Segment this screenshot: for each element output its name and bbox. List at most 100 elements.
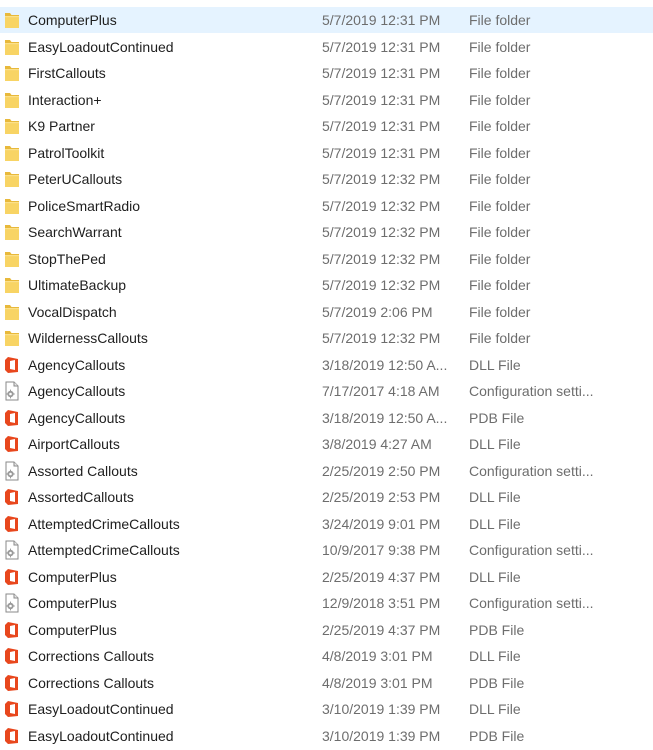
file-row[interactable]: SearchWarrant 5/7/2019 12:32 PM File folde… [0, 219, 653, 245]
file-date-modified: 5/7/2019 12:31 PM [322, 12, 441, 28]
file-row[interactable]: Corrections Callouts 4/8/2019 3:01 PM DLL … [0, 643, 653, 669]
file-date-modified: 3/8/2019 4:27 AM [322, 436, 432, 452]
file-name: ComputerPlus [28, 568, 117, 585]
file-date-modified: 3/24/2019 9:01 PM [322, 515, 441, 532]
file-date-modified: 5/7/2019 12:32 PM [322, 171, 441, 187]
file-type: File folder [469, 303, 531, 320]
file-name: AssortedCallouts [28, 489, 134, 505]
file-row[interactable]: AssortedCallouts 2/25/2019 2:53 PM DLL Fil… [0, 484, 653, 510]
folder-icon [3, 36, 21, 58]
file-type: PDB File [469, 409, 525, 426]
file-row[interactable]: AgencyCallouts 3/18/2019 12:50 A... PDB Fi… [0, 405, 653, 431]
office-file-icon [3, 486, 21, 508]
office-file-icon [3, 645, 21, 667]
file-date-modified: 5/7/2019 12:31 PM [322, 144, 441, 161]
file-name: PatrolToolkit [28, 144, 105, 161]
file-date-modified: 4/8/2019 3:01 PM [322, 674, 433, 691]
file-type: DLL File [469, 436, 521, 452]
office-file-icon [3, 407, 21, 429]
file-date-modified: 2/25/2019 2:50 PM [322, 462, 441, 479]
file-type: File folder [469, 277, 531, 293]
folder-icon [3, 89, 21, 111]
file-date-modified: 5/7/2019 2:06 PM [322, 303, 433, 320]
file-date-modified: 7/17/2017 4:18 AM [322, 383, 440, 399]
file-type: DLL File [469, 515, 521, 532]
file-name: AttemptedCrimeCallouts [28, 542, 180, 558]
office-file-icon [3, 354, 21, 376]
file-type: File folder [469, 38, 531, 55]
file-date-modified: 3/10/2019 1:39 PM [322, 701, 441, 717]
file-date-modified: 5/7/2019 12:32 PM [322, 224, 441, 240]
file-row[interactable]: PeterUCallouts 5/7/2019 12:32 PM File fold… [0, 166, 653, 192]
file-type: DLL File [469, 701, 521, 717]
file-row[interactable]: FirstCallouts 5/7/2019 12:31 PM File folde… [0, 60, 653, 86]
file-name: PoliceSmartRadio [28, 197, 141, 214]
file-date-modified: 2/25/2019 4:37 PM [322, 568, 441, 585]
file-row[interactable]: VocalDispatch 5/7/2019 2:06 PM File folder [0, 299, 653, 325]
office-file-icon [3, 566, 21, 588]
file-date-modified: 5/7/2019 12:32 PM [322, 250, 441, 267]
file-date-modified: 3/18/2019 12:50 A... [322, 356, 448, 373]
file-type: DLL File [469, 568, 521, 585]
file-row[interactable]: Assorted Callouts 2/25/2019 2:50 PM Config… [0, 458, 653, 484]
file-type: DLL File [469, 356, 521, 373]
file-type: File folder [469, 197, 531, 214]
file-name: EasyLoadoutContinued [28, 38, 174, 55]
file-type: PDB File [469, 674, 525, 691]
file-name: EasyLoadoutContinued [28, 701, 174, 717]
file-date-modified: 5/7/2019 12:32 PM [322, 277, 441, 293]
file-type: Configuration setti... [469, 542, 594, 558]
office-file-icon [3, 513, 21, 535]
file-row[interactable]: Interaction+ 5/7/2019 12:31 PM File folder [0, 87, 653, 113]
file-row[interactable]: WildernessCallouts 5/7/2019 12:32 PM File … [0, 325, 653, 351]
file-row[interactable]: Corrections Callouts 4/8/2019 3:01 PM PDB … [0, 670, 653, 696]
file-name: K9 Partner [28, 118, 95, 134]
file-type: PDB File [469, 727, 525, 744]
file-type: File folder [469, 12, 531, 28]
file-date-modified: 5/7/2019 12:32 PM [322, 197, 441, 214]
file-type: File folder [469, 330, 531, 346]
file-date-modified: 2/25/2019 4:37 PM [322, 621, 441, 638]
file-name: AirportCallouts [28, 436, 120, 452]
file-row[interactable]: EasyLoadoutContinued 3/10/2019 1:39 PM DLL… [0, 696, 653, 722]
file-name: Interaction+ [28, 91, 102, 108]
file-date-modified: 4/8/2019 3:01 PM [322, 648, 433, 664]
file-name: VocalDispatch [28, 303, 117, 320]
config-file-icon [3, 460, 21, 482]
file-type: DLL File [469, 489, 521, 505]
file-name: AgencyCallouts [28, 409, 126, 426]
file-row[interactable]: StopThePed 5/7/2019 12:32 PM File folder [0, 246, 653, 272]
file-row[interactable]: AttemptedCrimeCallouts 10/9/2017 9:38 PM C… [0, 537, 653, 563]
office-file-icon [3, 725, 21, 747]
file-type: File folder [469, 91, 531, 108]
file-name: ComputerPlus [28, 621, 117, 638]
file-row[interactable]: AgencyCallouts 7/17/2017 4:18 AM Configura… [0, 378, 653, 404]
file-list: ComputerPlus 5/7/2019 12:31 PM File folder… [0, 0, 653, 750]
file-type: File folder [469, 250, 531, 267]
file-row[interactable]: AgencyCallouts 3/18/2019 12:50 A... DLL Fi… [0, 352, 653, 378]
folder-icon [3, 274, 21, 296]
file-type: File folder [469, 118, 531, 134]
file-row[interactable]: ComputerPlus 2/25/2019 4:37 PM PDB File [0, 617, 653, 643]
file-name: Assorted Callouts [28, 462, 138, 479]
file-row[interactable]: K9 Partner 5/7/2019 12:31 PM File folder [0, 113, 653, 139]
file-row[interactable]: ComputerPlus 5/7/2019 12:31 PM File folder [0, 7, 653, 33]
file-date-modified: 5/7/2019 12:31 PM [322, 118, 441, 134]
file-row[interactable]: ComputerPlus 12/9/2018 3:51 PM Configurati… [0, 590, 653, 616]
file-row[interactable]: AirportCallouts 3/8/2019 4:27 AM DLL File [0, 431, 653, 457]
file-row[interactable]: UltimateBackup 5/7/2019 12:32 PM File fold… [0, 272, 653, 298]
file-row[interactable]: AttemptedCrimeCallouts 3/24/2019 9:01 PM D… [0, 511, 653, 537]
file-row[interactable]: PoliceSmartRadio 5/7/2019 12:32 PM File fo… [0, 193, 653, 219]
folder-icon [3, 221, 21, 243]
file-row[interactable]: ComputerPlus 2/25/2019 4:37 PM DLL File [0, 564, 653, 590]
file-row[interactable]: EasyLoadoutContinued 5/7/2019 12:31 PM Fil… [0, 34, 653, 60]
folder-icon [3, 301, 21, 323]
file-name: ComputerPlus [28, 12, 117, 28]
file-name: Corrections Callouts [28, 674, 155, 691]
file-row[interactable]: EasyLoadoutContinued 3/10/2019 1:39 PM PDB… [0, 723, 653, 749]
file-row[interactable]: PatrolToolkit 5/7/2019 12:31 PM File folde… [0, 140, 653, 166]
file-type: File folder [469, 224, 531, 240]
file-date-modified: 3/18/2019 12:50 A... [322, 409, 448, 426]
folder-icon [3, 248, 21, 270]
office-file-icon [3, 433, 21, 455]
